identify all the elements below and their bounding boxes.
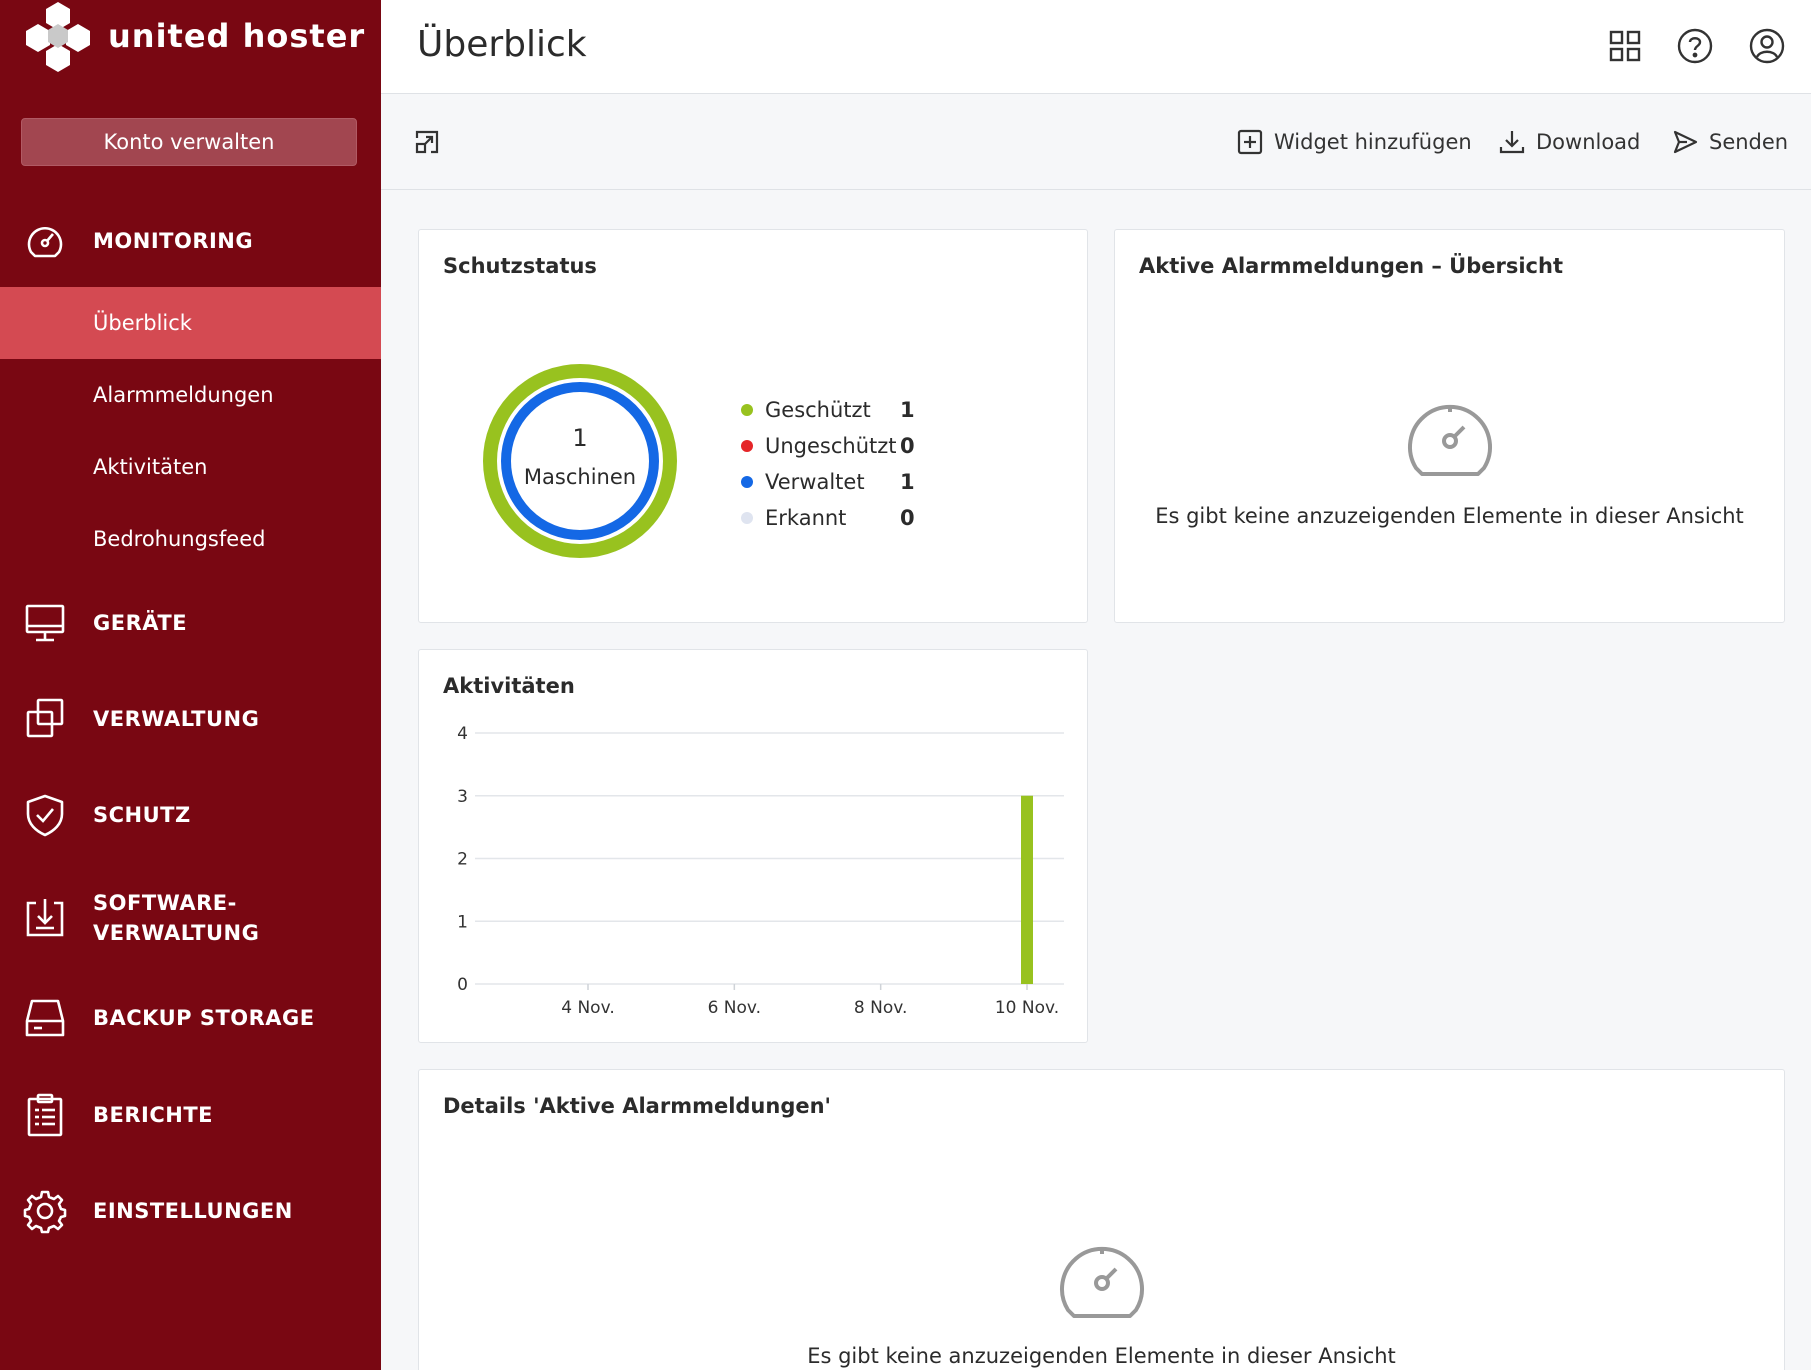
brand-logo[interactable]: united hoster xyxy=(20,0,365,72)
download-label: Download xyxy=(1536,130,1641,154)
nav-backup-storage[interactable]: BACKUP STORAGE xyxy=(0,995,381,1041)
nav-protection-label: SCHUTZ xyxy=(93,803,191,827)
activity-bar[interactable] xyxy=(1021,795,1033,984)
nav-software-label-line2: VERWALTUNG xyxy=(93,921,260,945)
send-button[interactable]: Senden xyxy=(1671,126,1788,158)
legend-value: 0 xyxy=(900,506,915,530)
nav-settings-label: EINSTELLUNGEN xyxy=(93,1199,293,1223)
download-icon xyxy=(1499,131,1525,154)
nav-devices-label: GERÄTE xyxy=(93,611,188,635)
nav-protection[interactable]: SCHUTZ xyxy=(0,792,381,838)
legend-label: Verwaltet xyxy=(765,470,865,494)
send-icon xyxy=(1673,130,1698,154)
nav-software-management[interactable]: SOFTWARE- VERWALTUNG xyxy=(0,891,381,945)
widget-title: Details 'Aktive Alarmmeldungen' xyxy=(443,1094,831,1118)
legend-label: Geschützt xyxy=(765,398,871,422)
dashboard-toolbar: Widget hinzufügen Download Senden xyxy=(381,94,1811,190)
page-title: Überblick xyxy=(417,24,587,65)
legend-label: Erkannt xyxy=(765,506,847,530)
protection-legend: Geschützt 1 Ungeschützt 0 Verwaltet 1 Er… xyxy=(741,392,915,536)
clipboard-icon xyxy=(22,1092,68,1138)
legend-label: Ungeschützt xyxy=(765,434,897,458)
machine-count-label: Maschinen xyxy=(523,465,637,489)
x-tick-label: 8 Nov. xyxy=(854,998,907,1018)
sidebar-item-threat-feed[interactable]: Bedrohungsfeed xyxy=(0,503,381,575)
machine-count: 1 xyxy=(572,424,588,452)
send-label: Senden xyxy=(1709,130,1789,154)
copy-icon xyxy=(22,696,68,742)
plus-box-icon xyxy=(1237,129,1263,155)
speedometer-icon xyxy=(22,218,68,264)
legend-dot xyxy=(741,512,753,524)
legend-item[interactable]: Ungeschützt 0 xyxy=(741,428,915,464)
sidebar-item-alerts[interactable]: Alarmmeldungen xyxy=(0,359,381,431)
widget-title: Schutzstatus xyxy=(443,254,597,278)
y-tick-label: 0 xyxy=(457,975,468,995)
manage-account-button[interactable]: Konto verwalten xyxy=(21,118,357,166)
brand-name: united hoster xyxy=(108,17,366,55)
expand-icon[interactable] xyxy=(413,126,451,158)
protection-status-widget: Schutzstatus 1 Maschinen Geschützt 1 Ung… xyxy=(418,229,1088,623)
nav-monitoring-label: MONITORING xyxy=(93,229,254,253)
nav-reports-label: BERICHTE xyxy=(93,1103,213,1127)
user-account-icon[interactable] xyxy=(1747,26,1787,66)
legend-item[interactable]: Geschützt 1 xyxy=(741,392,915,428)
active-alerts-overview-widget: Aktive Alarmmeldungen – Übersicht Es gib… xyxy=(1114,229,1785,623)
hexagon-logo-icon xyxy=(20,0,96,72)
sidebar: united hoster Konto verwalten MONITORING… xyxy=(0,0,381,1370)
software-download-icon xyxy=(22,895,68,941)
empty-state-message: Es gibt keine anzuzeigenden Elemente in … xyxy=(807,1344,1396,1368)
y-tick-label: 4 xyxy=(457,724,468,744)
legend-value: 0 xyxy=(900,434,915,458)
activities-bar-chart[interactable]: 0 1 2 3 4 4 Nov. 6 Nov. 8 Nov. 10 Nov. xyxy=(419,650,1089,1044)
apps-grid-icon[interactable] xyxy=(1605,26,1645,66)
active-alerts-details-widget: Details 'Aktive Alarmmeldungen' Es gibt … xyxy=(418,1069,1785,1370)
top-header: Überblick xyxy=(381,0,1811,94)
y-tick-label: 1 xyxy=(457,912,468,932)
donut-ring-protected xyxy=(483,364,677,558)
legend-dot xyxy=(741,476,753,488)
speedometer-icon xyxy=(1056,1240,1148,1326)
nav-management[interactable]: VERWALTUNG xyxy=(0,696,381,742)
nav-reports[interactable]: BERICHTE xyxy=(0,1092,381,1138)
x-tick-label: 10 Nov. xyxy=(995,998,1059,1018)
activities-widget: Aktivitäten 012344 Nov. 6 Nov. 8 Nov. 10 No… xyxy=(418,649,1088,1043)
nav-backup-storage-label: BACKUP STORAGE xyxy=(93,1006,315,1030)
legend-item[interactable]: Erkannt 0 xyxy=(741,500,915,536)
y-tick-label: 2 xyxy=(457,850,468,870)
nav-devices[interactable]: GERÄTE xyxy=(0,600,381,646)
x-tick-label: 4 Nov. xyxy=(561,998,614,1018)
legend-value: 1 xyxy=(900,470,915,494)
download-button[interactable]: Download xyxy=(1498,126,1640,158)
sidebar-item-activities[interactable]: Aktivitäten xyxy=(0,431,381,503)
speedometer-icon xyxy=(1404,398,1496,484)
protection-donut-chart[interactable]: 1 Maschinen xyxy=(483,364,677,558)
legend-value: 1 xyxy=(900,398,915,422)
y-tick-label: 3 xyxy=(457,787,468,807)
donut-ring-managed xyxy=(501,382,659,540)
legend-item[interactable]: Verwaltet 1 xyxy=(741,464,915,500)
help-icon[interactable] xyxy=(1675,26,1715,66)
widget-title: Aktive Alarmmeldungen – Übersicht xyxy=(1139,254,1563,278)
nav-settings[interactable]: EINSTELLUNGEN xyxy=(0,1188,381,1234)
shield-check-icon xyxy=(22,792,68,838)
legend-dot xyxy=(741,440,753,452)
nav-monitoring[interactable]: MONITORING xyxy=(0,218,381,264)
x-tick-label: 6 Nov. xyxy=(708,998,761,1018)
monitor-icon xyxy=(22,600,68,646)
gear-icon xyxy=(22,1188,68,1234)
add-widget-button[interactable]: Widget hinzufügen xyxy=(1236,126,1472,158)
nav-software-label-line1: SOFTWARE- xyxy=(93,891,237,915)
sidebar-item-overview[interactable]: Überblick xyxy=(0,287,381,359)
storage-drive-icon xyxy=(22,995,68,1041)
legend-dot xyxy=(741,404,753,416)
nav-management-label: VERWALTUNG xyxy=(93,707,260,731)
add-widget-label: Widget hinzufügen xyxy=(1274,130,1472,154)
empty-state-message: Es gibt keine anzuzeigenden Elemente in … xyxy=(1155,504,1744,528)
